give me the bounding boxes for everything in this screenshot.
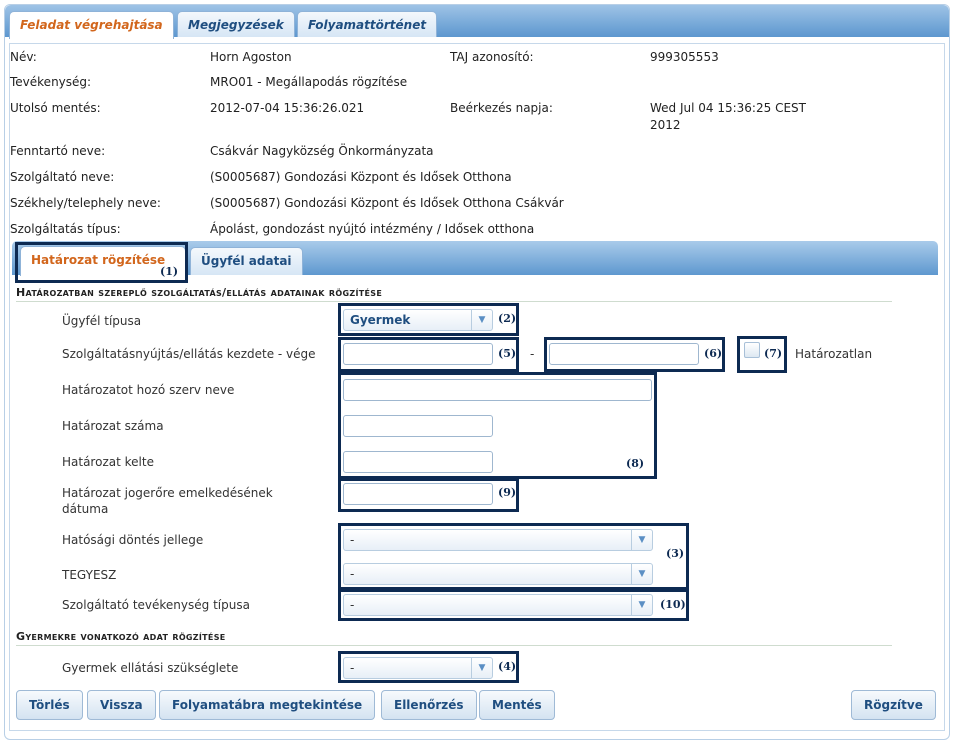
szolg-tipus-label: Szolgáltatás típus: — [10, 222, 121, 236]
ugyfel-tipusa-label: Ügyfél típusa — [62, 314, 142, 328]
hatarozatlan-label: Határozatlan — [795, 347, 873, 361]
section-title-gyermek: Gyermekre vonatkozó adat rögzítése — [16, 630, 226, 643]
annotation-box-8 — [338, 372, 657, 479]
taj-value: 999305553 — [650, 50, 719, 64]
annotation-label-9: (9) — [498, 486, 517, 499]
ellenorzes-button[interactable]: Ellenőrzés — [381, 690, 477, 720]
annotation-label-6: (6) — [704, 347, 723, 360]
fenntarto-label: Fenntartó neve: — [10, 144, 106, 158]
tab-feladat[interactable]: Feladat végrehajtása — [9, 11, 174, 39]
szolgaltato-label: Szolgáltató neve: — [10, 170, 115, 184]
dontes-jellege-label: Hatósági döntés jellege — [62, 533, 204, 547]
jogerore-label-line1: Határozat jogerőre emelkedésének — [62, 486, 273, 500]
section-divider-2 — [16, 645, 892, 646]
tab-folyamattortenet[interactable]: Folyamattörténet — [297, 11, 438, 37]
hatarozat-kelte-label: Határozat kelte — [62, 455, 154, 469]
szolgaltato-value: (S0005687) Gondozási Központ és Idősek O… — [210, 170, 512, 184]
szerv-neve-label: Határozatot hozó szerv neve — [62, 383, 235, 397]
annotation-label-5: (5) — [498, 347, 517, 360]
annotation-box-10 — [338, 589, 689, 621]
tab-ugyfel-adatai[interactable]: Ügyfél adatai — [190, 247, 303, 275]
beerkezes-value-2: 2012 — [650, 118, 681, 132]
rogzitve-button[interactable]: Rögzítve — [851, 690, 936, 720]
utolso-mentes-label: Utolsó mentés: — [10, 101, 101, 115]
hatarozat-szama-label: Határozat száma — [62, 419, 164, 433]
beerkezes-label: Beérkezés napja: — [450, 101, 553, 115]
taj-label: TAJ azonosító: — [450, 50, 534, 64]
section-divider-1 — [16, 301, 892, 302]
szekhely-label: Székhely/telephely neve: — [10, 196, 161, 210]
folyamatabra-button[interactable]: Folyamatábra megtekintése — [159, 690, 376, 720]
tevekenyseg-tipusa-label: Szolgáltató tevékenység típusa — [62, 598, 250, 612]
beerkezes-value-1: Wed Jul 04 15:36:25 CEST — [650, 101, 806, 115]
nev-value: Horn Agoston — [210, 50, 292, 64]
date-range-dash: - — [530, 347, 535, 361]
fenntarto-value: Csákvár Nagyközség Önkormányzata — [210, 144, 434, 158]
tevekenyseg-value: MRO01 - Megállapodás rögzítése — [210, 75, 408, 89]
annotation-label-2: (2) — [498, 312, 517, 325]
utolso-mentes-value: 2012-07-04 15:36:26.021 — [210, 101, 365, 115]
section-title-hatarozat: Határozatban szereplő szolgáltatás/ellát… — [16, 286, 383, 299]
annotation-box-6 — [544, 337, 725, 372]
tevekenyseg-label: Tevékenység: — [10, 75, 92, 89]
annotation-label-10: (10) — [660, 598, 686, 611]
annotation-box-2 — [338, 303, 519, 336]
annotation-label-7: (7) — [764, 347, 783, 360]
annotation-label-8: (8) — [626, 457, 645, 470]
annotation-box-9 — [338, 478, 519, 512]
nev-label: Név: — [10, 50, 37, 64]
torles-button[interactable]: Törlés — [16, 690, 83, 720]
annotation-box-3 — [338, 523, 689, 590]
kezdete-vege-label: Szolgáltatásnyújtás/ellátás kezdete - vé… — [62, 347, 316, 361]
annotation-label-4: (4) — [498, 660, 517, 673]
tab-megjegyzesek[interactable]: Megjegyzések — [177, 11, 295, 37]
annotation-label-1: (1) — [160, 265, 179, 278]
szekhely-value: (S0005687) Gondozási Központ és Idősek O… — [210, 196, 564, 210]
ellatasi-szukseglet-label: Gyermek ellátási szükséglete — [62, 661, 239, 675]
annotation-box-5 — [338, 337, 519, 372]
annotation-label-3: (3) — [666, 547, 685, 560]
mentes-button[interactable]: Mentés — [479, 690, 555, 720]
jogerore-label-line2: dátuma — [62, 502, 109, 516]
szolg-tipus-value: Ápolást, gondozást nyújtó intézmény / Id… — [210, 222, 535, 236]
vissza-button[interactable]: Vissza — [87, 690, 156, 720]
annotation-box-4 — [338, 651, 519, 683]
main-tabbar: Feladat végrehajtása Megjegyzések Folyam… — [5, 5, 949, 39]
tegyesz-label: TEGYESZ — [62, 568, 117, 582]
